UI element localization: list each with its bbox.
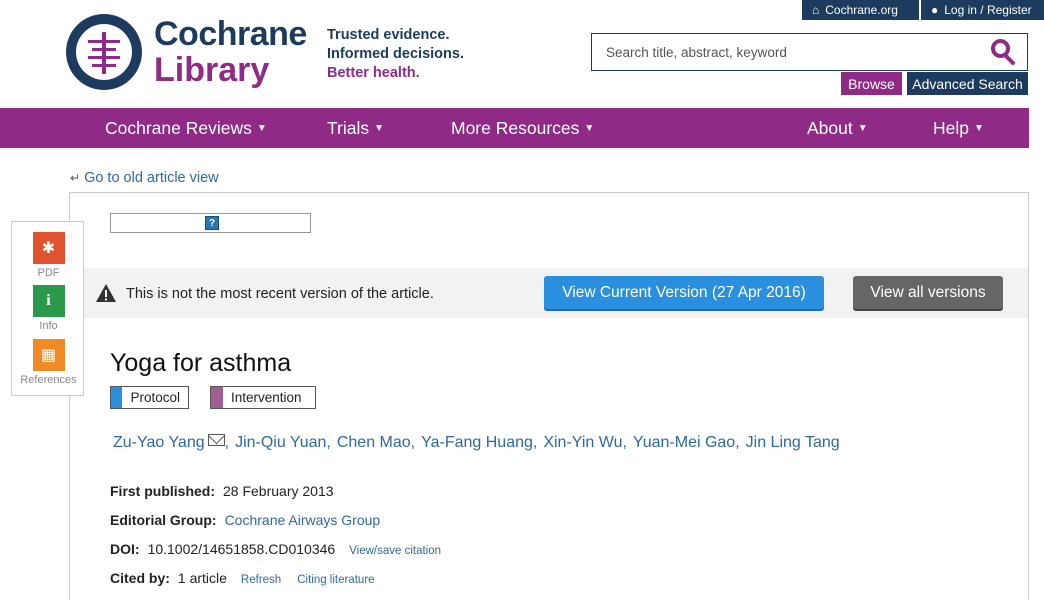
tagline-line-1: Trusted evidence. — [327, 27, 450, 43]
old-article-view-link[interactable]: ↵ Go to old article view — [70, 170, 219, 186]
nav-cochrane-reviews[interactable]: Cochrane Reviews ▼ — [105, 108, 267, 148]
info-tool[interactable]: i Info — [12, 285, 85, 332]
editorial-group-row: Editorial Group: Cochrane Airways Group — [110, 512, 380, 528]
browse-button[interactable]: Browse — [841, 72, 902, 95]
author-link[interactable]: Zu-Yao Yang, — [113, 434, 229, 452]
pdf-icon: ✱ — [32, 232, 65, 264]
caret-down-icon: ▼ — [857, 122, 868, 134]
tagline-line-2: Informed decisions. — [327, 46, 464, 62]
logo-text-cochrane: Cochrane — [154, 15, 307, 53]
references-label: References — [20, 374, 77, 386]
version-notice-text: This is not the most recent version of t… — [126, 286, 434, 302]
nav-about[interactable]: About ▼ — [807, 108, 868, 148]
references-icon: ▦ — [32, 339, 65, 371]
cochrane-library-logo[interactable]: Cochrane Library — [66, 14, 307, 90]
author-link[interactable]: Xin-Yin Wu, — [543, 434, 627, 452]
advanced-search-button[interactable]: Advanced Search — [907, 72, 1028, 95]
caret-down-icon: ▼ — [974, 122, 984, 134]
info-icon: i — [32, 285, 65, 317]
nav-label: More Resources — [451, 117, 580, 138]
editorial-group-link[interactable]: Cochrane Airways Group — [225, 512, 381, 528]
user-icon: ● — [931, 3, 939, 17]
info-label: Info — [39, 320, 58, 332]
refresh-link[interactable]: Refresh — [241, 574, 281, 586]
caret-down-icon: ▼ — [584, 122, 595, 134]
doi-value: 10.1002/14651858.CD010346 — [147, 541, 336, 557]
question-icon[interactable]: ? — [205, 216, 219, 230]
view-current-version-button[interactable]: View Current Version (27 Apr 2016) — [544, 276, 824, 309]
tag-intervention: Intervention — [210, 386, 316, 409]
references-tool[interactable]: ▦ References — [12, 339, 85, 386]
doi-row: DOI: 10.1002/14651858.CD010346 View/save… — [110, 541, 441, 557]
cited-by-row: Cited by: 1 article Refresh Citing liter… — [110, 570, 375, 586]
nav-trials[interactable]: Trials ▼ — [327, 108, 384, 148]
doi-label: DOI: — [110, 541, 140, 557]
first-published-row: First published: 28 February 2013 — [110, 483, 334, 499]
nav-label: Help — [933, 117, 969, 138]
tagline-line-3: Better health. — [327, 65, 420, 81]
author-link[interactable]: Jin Ling Tang — [746, 434, 840, 452]
citing-literature-link[interactable]: Citing literature — [297, 574, 374, 586]
login-label: Log in / Register — [944, 3, 1032, 17]
cochrane-org-label: Cochrane.org — [825, 3, 898, 17]
author-link[interactable]: Yuan-Mei Gao, — [633, 434, 740, 452]
article-tools-sidebar: ✱ PDF i Info ▦ References — [11, 221, 84, 396]
tag-label: Intervention — [231, 390, 302, 405]
cited-by-value: 1 article — [177, 570, 227, 586]
search-input[interactable] — [606, 44, 989, 60]
tag-label: Protocol — [130, 390, 180, 405]
first-published-value: 28 February 2013 — [223, 483, 334, 499]
author-link[interactable]: Jin-Qiu Yuan, — [235, 434, 331, 452]
cochrane-org-link[interactable]: ⌂ Cochrane.org — [802, 0, 919, 20]
nav-help[interactable]: Help ▼ — [933, 108, 984, 148]
article-title: Yoga for asthma — [110, 349, 292, 377]
cited-by-label: Cited by: — [110, 570, 170, 586]
warning-icon — [96, 284, 116, 302]
search-icon[interactable] — [989, 37, 1019, 67]
view-save-citation-link[interactable]: View/save citation — [349, 545, 441, 557]
old-article-view-label: Go to old article view — [84, 170, 219, 186]
main-nav: Cochrane Reviews ▼ Trials ▼ More Resources… — [0, 108, 1029, 148]
nav-label: About — [807, 117, 853, 138]
search-box — [591, 33, 1028, 71]
author-link[interactable]: Chen Mao, — [337, 434, 415, 452]
home-icon: ⌂ — [812, 3, 820, 17]
altmetric-widget[interactable]: ? — [110, 213, 311, 233]
nav-more-resources[interactable]: More Resources ▼ — [451, 108, 594, 148]
mail-icon[interactable] — [207, 434, 225, 446]
pdf-tool[interactable]: ✱ PDF — [12, 232, 85, 279]
nav-label: Cochrane Reviews — [105, 117, 252, 138]
cochrane-logo-icon — [66, 14, 142, 90]
view-all-versions-button[interactable]: View all versions — [853, 276, 1003, 309]
nav-label: Trials — [327, 117, 370, 138]
first-published-label: First published: — [110, 483, 215, 499]
tagline: Trusted evidence. Informed decisions. Be… — [327, 26, 464, 83]
logo-text-library: Library — [154, 51, 270, 89]
caret-down-icon: ▼ — [374, 122, 385, 134]
pdf-label: PDF — [37, 267, 60, 279]
editorial-group-label: Editorial Group: — [110, 512, 217, 528]
caret-down-icon: ▼ — [256, 122, 267, 134]
tag-protocol: Protocol — [110, 386, 189, 409]
author-link[interactable]: Ya-Fang Huang, — [421, 434, 537, 452]
login-register-link[interactable]: ● Log in / Register — [921, 0, 1044, 20]
author-list: Zu-Yao Yang, Jin-Qiu Yuan, Chen Mao, Ya-… — [113, 434, 840, 452]
return-arrow-icon: ↵ — [70, 171, 81, 185]
